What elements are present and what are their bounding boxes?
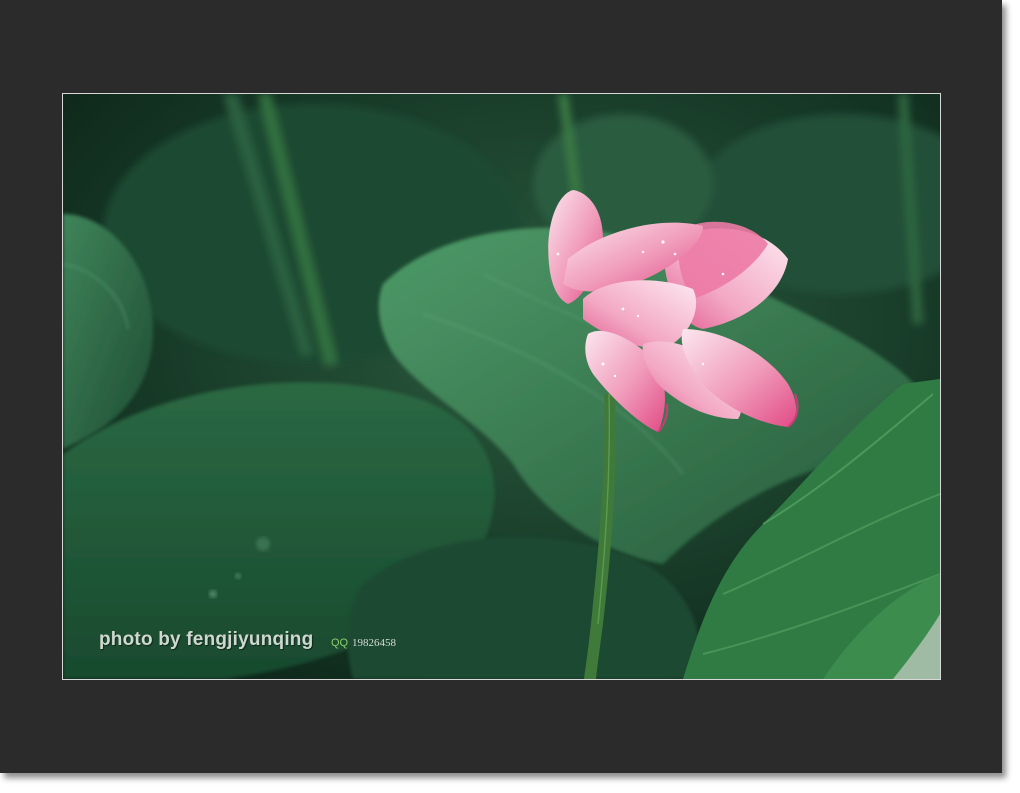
qq-label: QQ — [331, 637, 349, 649]
qq-number: 19826458 — [352, 637, 396, 649]
photo-frame: photo by fengjiyunqing QQ 19826458 — [0, 0, 1002, 773]
lotus-photo: photo by fengjiyunqing QQ 19826458 — [62, 93, 941, 680]
lotus-scene — [63, 94, 940, 679]
photo-credit-watermark: photo by fengjiyunqing — [99, 629, 314, 650]
